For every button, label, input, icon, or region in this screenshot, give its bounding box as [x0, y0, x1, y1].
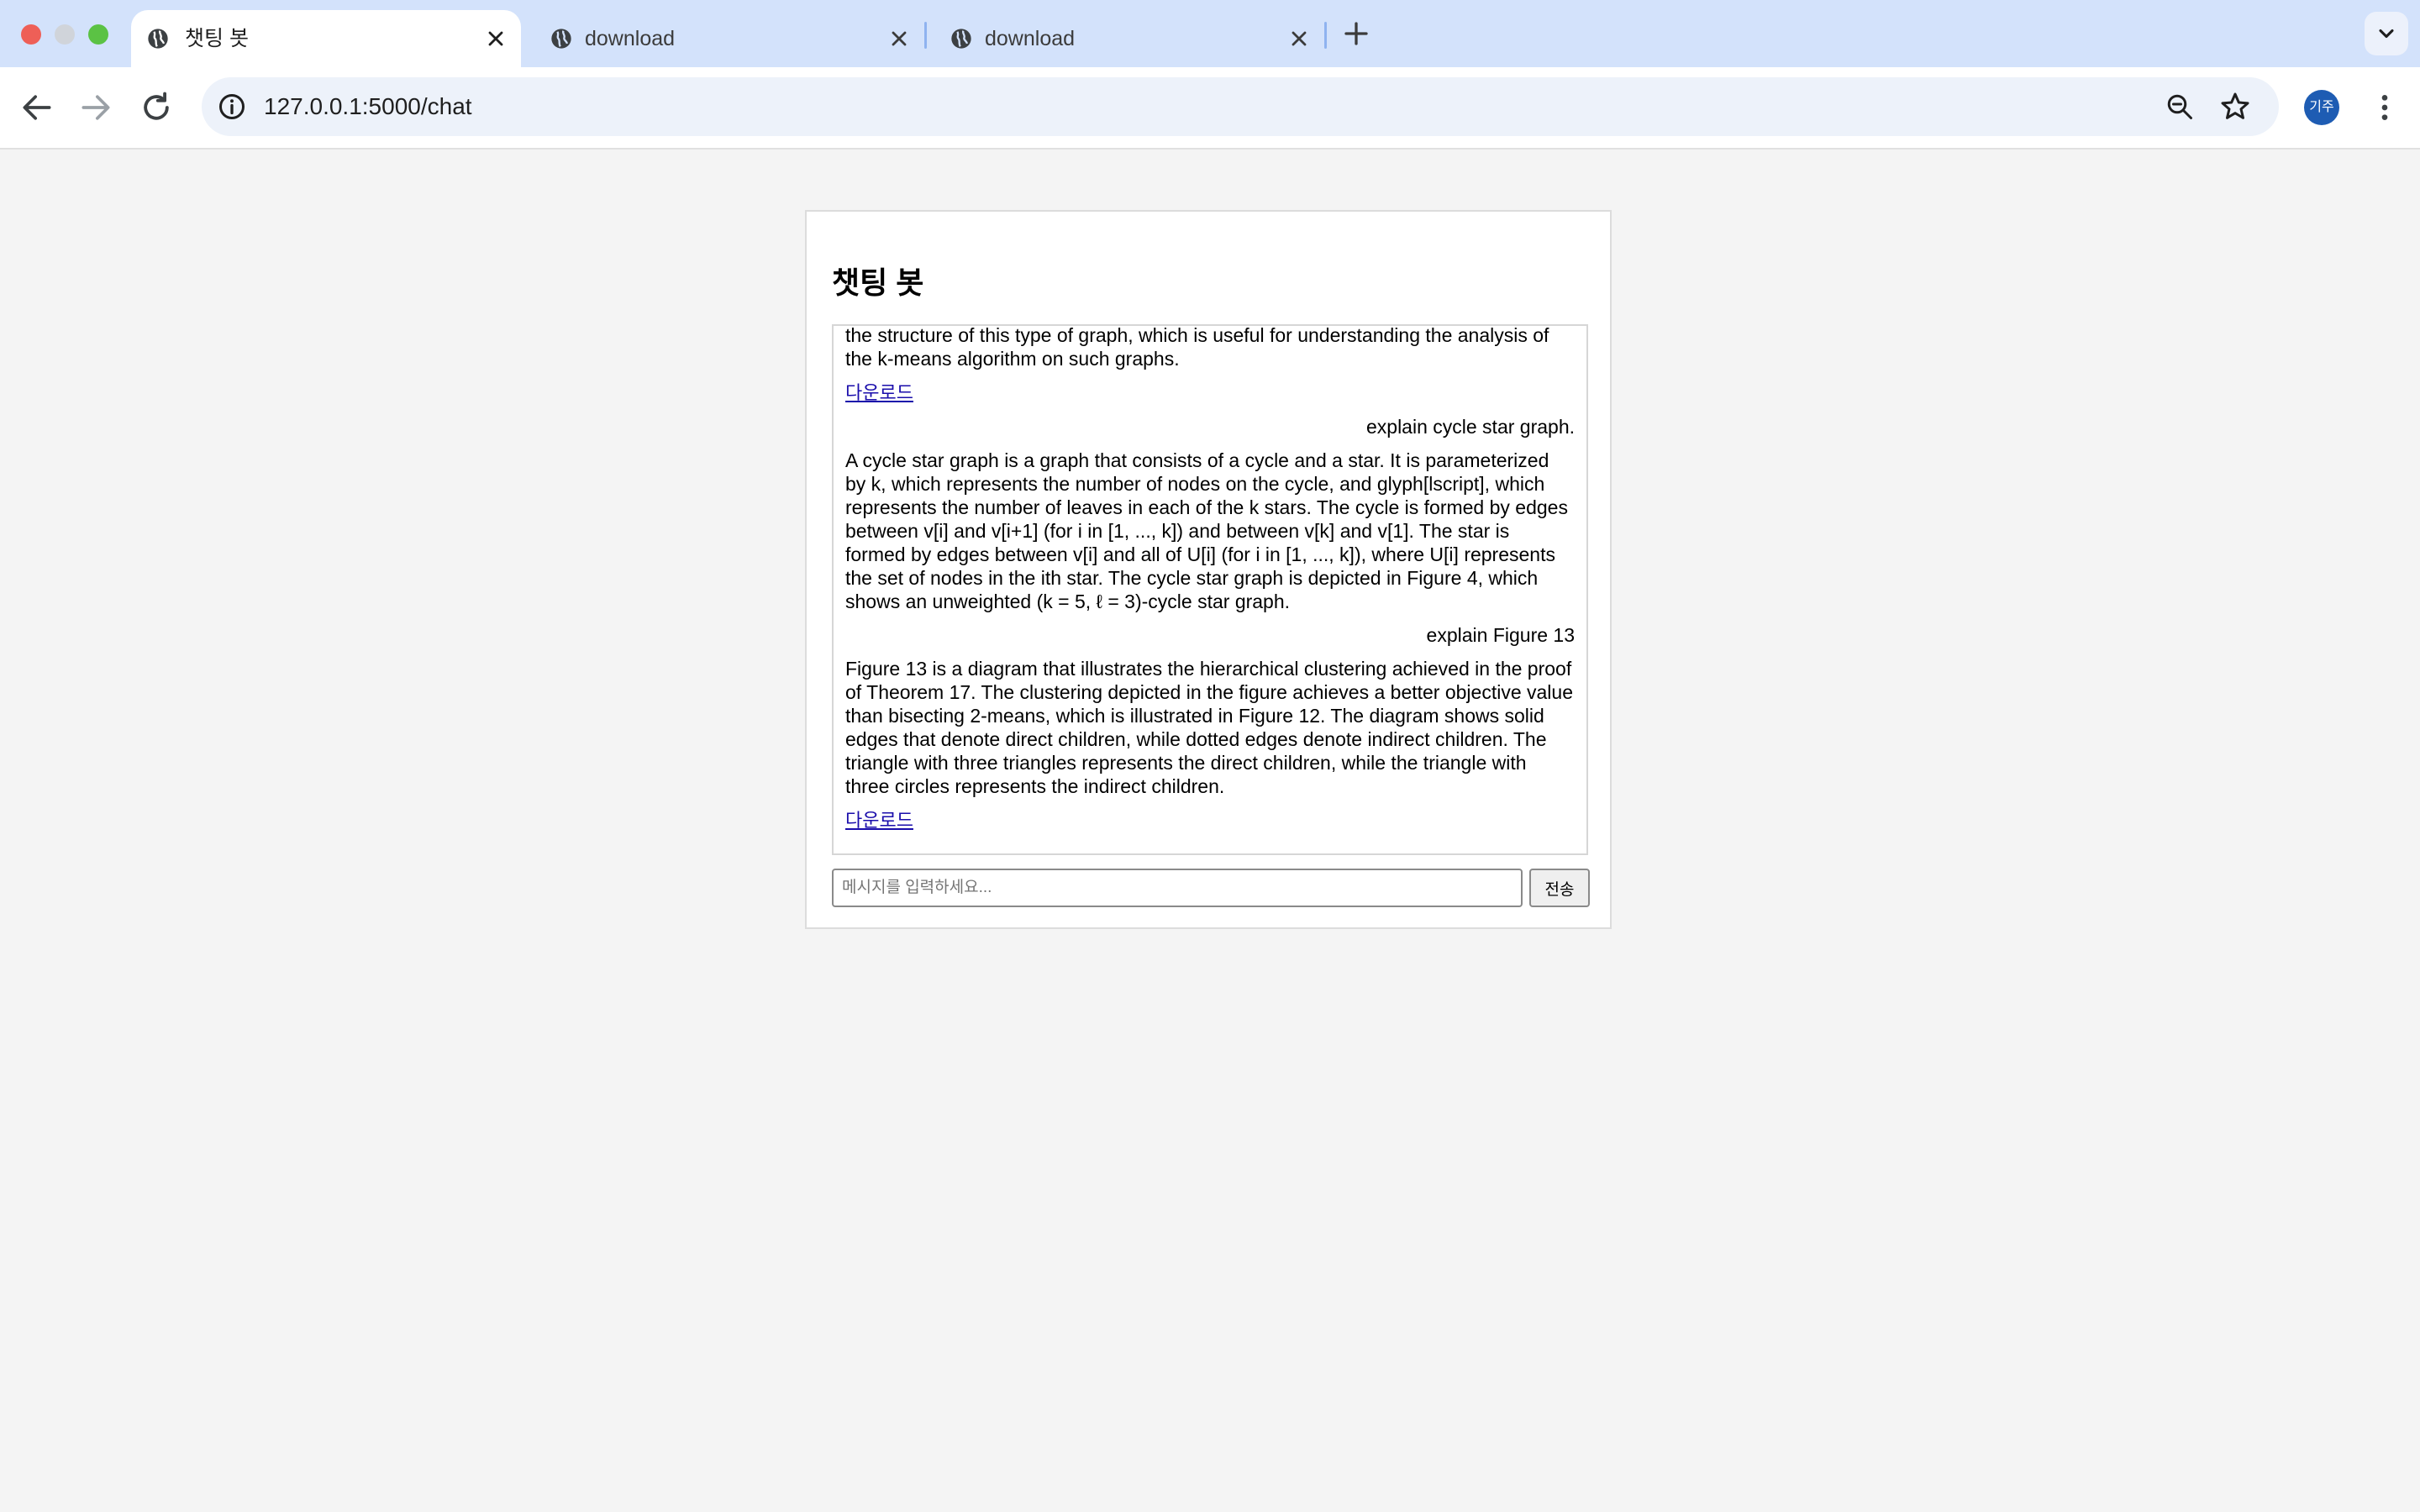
- close-icon[interactable]: [1287, 27, 1311, 50]
- tab-title: download: [985, 27, 1076, 50]
- tab-title: 챗팅 봇: [185, 27, 249, 50]
- tab-download-1[interactable]: download: [534, 10, 924, 67]
- tab-strip: 챗팅 봇 download download: [0, 0, 2420, 67]
- globe-icon: [148, 29, 168, 49]
- tab-download-2[interactable]: download: [934, 10, 1324, 67]
- tab-title: download: [585, 27, 676, 50]
- chat-messages: the structure of this type of graph, whi…: [845, 326, 1575, 832]
- chat-log[interactable]: the structure of this type of graph, whi…: [832, 324, 1588, 855]
- send-button[interactable]: 전송: [1529, 869, 1590, 907]
- reload-icon[interactable]: [138, 89, 175, 126]
- browser-toolbar: 127.0.0.1:5000/chat 기주: [0, 67, 2420, 150]
- tab-separator: [1324, 22, 1327, 49]
- page-title: 챗팅 봇: [832, 265, 924, 300]
- chat-card: 챗팅 봇 the structure of this type of graph…: [805, 210, 1612, 929]
- bookmark-star-icon[interactable]: [2218, 90, 2252, 123]
- message-input-row: 전송: [832, 869, 1590, 907]
- download-link[interactable]: 다운로드: [845, 809, 913, 832]
- chevron-down-icon: [2379, 29, 2394, 39]
- minimize-window-button[interactable]: [55, 24, 75, 45]
- user-message: explain cycle star graph.: [1365, 416, 1575, 438]
- download-link[interactable]: 다운로드: [845, 381, 913, 405]
- close-window-button[interactable]: [21, 24, 41, 45]
- tab-chat[interactable]: 챗팅 봇: [131, 10, 521, 67]
- globe-icon: [951, 29, 971, 49]
- user-message: explain Figure 13: [1426, 624, 1575, 646]
- bot-message: A cycle star graph is a graph that consi…: [845, 449, 1568, 612]
- new-tab-icon[interactable]: [1341, 18, 1371, 49]
- address-bar[interactable]: 127.0.0.1:5000/chat: [202, 77, 2279, 136]
- profile-avatar[interactable]: 기주: [2304, 90, 2339, 125]
- site-info-icon[interactable]: [217, 92, 247, 122]
- close-icon[interactable]: [887, 27, 911, 50]
- forward-icon[interactable]: [77, 89, 114, 126]
- maximize-window-button[interactable]: [88, 24, 108, 45]
- more-menu-icon[interactable]: [2368, 91, 2402, 124]
- back-icon[interactable]: [18, 89, 55, 126]
- bot-message: Figure 13 is a diagram that illustrates …: [845, 658, 1574, 797]
- tab-search-button[interactable]: [2365, 12, 2408, 55]
- tab-separator: [924, 22, 927, 49]
- zoom-out-icon[interactable]: [2165, 92, 2195, 122]
- bot-message: the structure of this type of graph, whi…: [845, 324, 1549, 370]
- close-icon[interactable]: [484, 27, 508, 50]
- message-input[interactable]: [832, 869, 1523, 907]
- globe-icon: [551, 29, 571, 49]
- url-text[interactable]: 127.0.0.1:5000/chat: [264, 77, 472, 136]
